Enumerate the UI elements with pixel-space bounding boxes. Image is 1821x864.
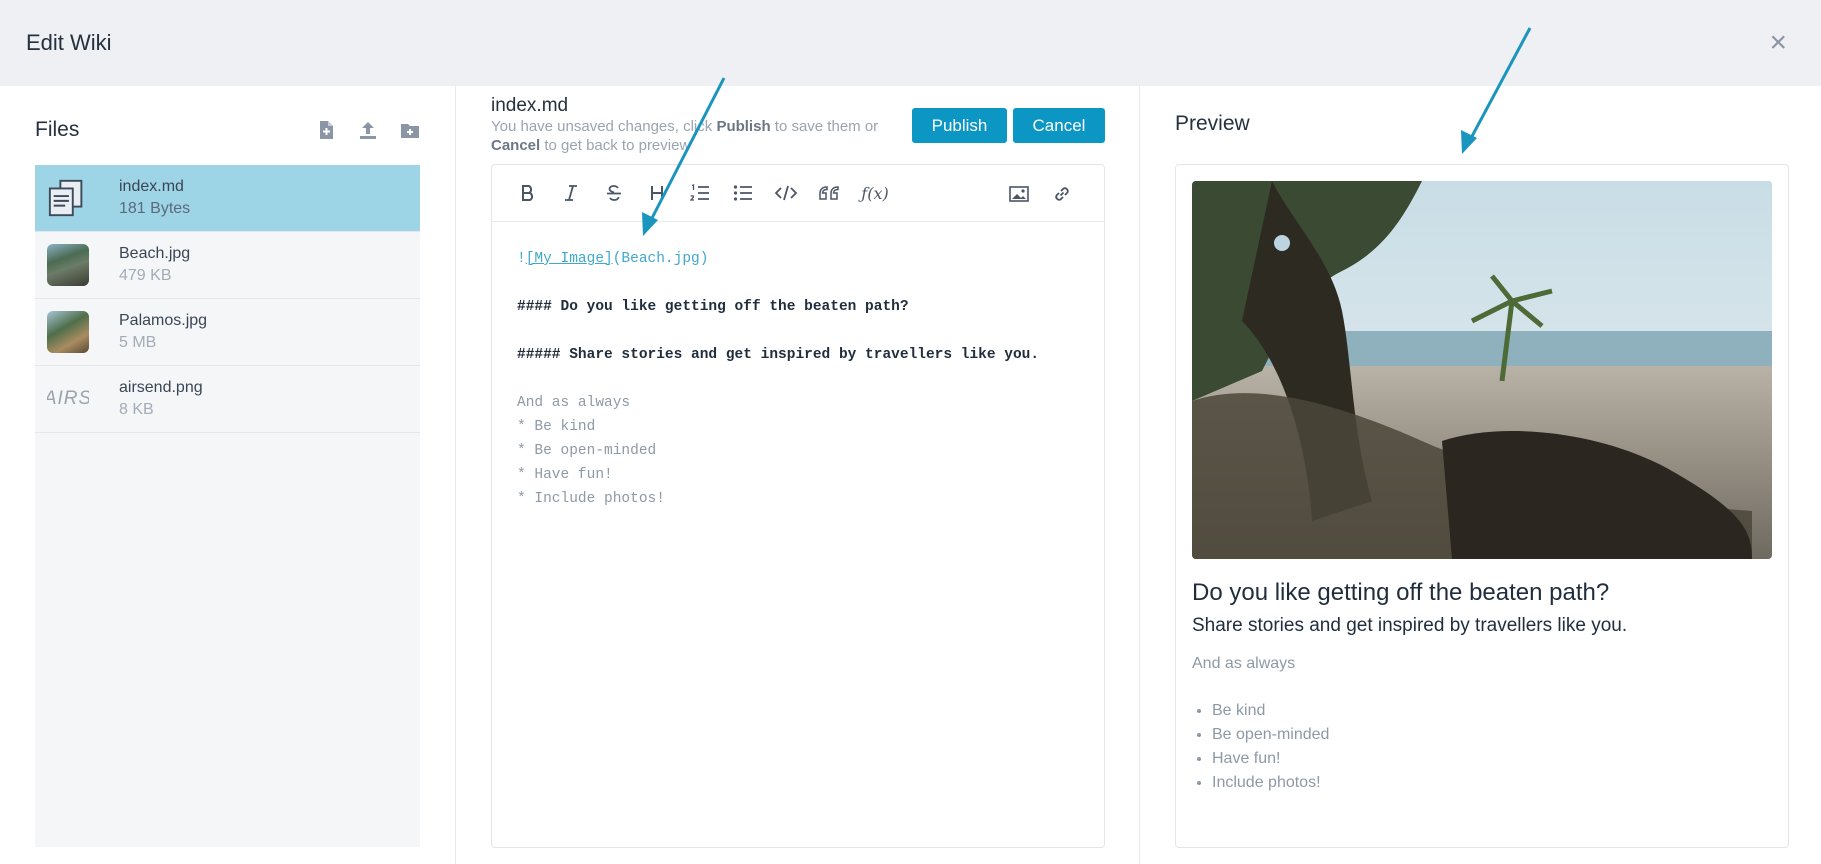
- preview-list: Be kind Be open-minded Have fun! Include…: [1212, 699, 1329, 795]
- quote-icon[interactable]: [817, 182, 840, 205]
- markdown-source[interactable]: ![My Image](Beach.jpg) #### Do you like …: [492, 222, 1052, 511]
- files-title: Files: [35, 118, 80, 141]
- file-item-beach-jpg[interactable]: Beach.jpg 479 KB: [35, 232, 420, 299]
- code-line-h5: ##### Share stories and get inspired by …: [517, 347, 1040, 363]
- heading-icon[interactable]: [645, 182, 668, 205]
- new-folder-icon[interactable]: [400, 120, 420, 140]
- bold-icon[interactable]: [516, 182, 539, 205]
- cancel-button[interactable]: Cancel: [1013, 108, 1105, 143]
- image-thumbnail: [47, 311, 89, 353]
- image-icon[interactable]: [1007, 182, 1030, 205]
- strikethrough-icon[interactable]: [602, 182, 625, 205]
- files-list: index.md 181 Bytes Beach.jpg 479 KB Pala…: [35, 165, 420, 847]
- file-size: 181 Bytes: [119, 200, 191, 217]
- close-icon[interactable]: ×: [1769, 28, 1787, 58]
- list-item: Include photos!: [1212, 771, 1329, 795]
- file-name: index.md: [119, 178, 184, 195]
- list-item: Be open-minded: [1212, 723, 1329, 747]
- formula-icon[interactable]: ƒ(x): [860, 182, 890, 205]
- file-item-index-md[interactable]: index.md 181 Bytes: [35, 165, 420, 232]
- preview-paragraph: And as always: [1192, 655, 1296, 672]
- code-line-h4: #### Do you like getting off the beaten …: [517, 299, 909, 315]
- file-size: 479 KB: [119, 267, 172, 284]
- file-size: 5 MB: [119, 334, 157, 351]
- list-item: Have fun!: [1212, 747, 1329, 771]
- preview-content: Do you like getting off the beaten path?…: [1175, 164, 1789, 848]
- ordered-list-icon[interactable]: [688, 182, 711, 205]
- file-item-palamos-jpg[interactable]: Palamos.jpg 5 MB: [35, 299, 420, 366]
- markdown-editor[interactable]: ƒ(x) ![My Image](Beach.jpg) #### Do you …: [491, 164, 1105, 848]
- file-name: airsend.png: [119, 379, 203, 396]
- file-name: Beach.jpg: [119, 245, 191, 262]
- preview-panel: Preview Do you like getting off the beat…: [1140, 86, 1821, 864]
- preview-subheading: Share stories and get inspired by travel…: [1192, 615, 1628, 636]
- image-thumbnail: [47, 244, 89, 286]
- unsaved-notice: You have unsaved changes, click Publish …: [491, 118, 879, 154]
- preview-title: Preview: [1175, 112, 1250, 135]
- publish-button[interactable]: Publish: [912, 108, 1007, 143]
- link-icon[interactable]: [1050, 182, 1073, 205]
- editor-panel: index.md You have unsaved changes, click…: [456, 86, 1140, 864]
- preview-heading: Do you like getting off the beaten path?: [1192, 579, 1610, 606]
- beach-image: [1192, 181, 1772, 559]
- files-actions: [316, 120, 420, 140]
- dialog-title: Edit Wiki: [26, 30, 112, 55]
- file-item-airsend-png[interactable]: AIRS airsend.png 8 KB: [35, 366, 420, 433]
- upload-icon[interactable]: [358, 120, 378, 140]
- file-name: Palamos.jpg: [119, 312, 208, 329]
- code-line-image: ![My Image](Beach.jpg): [517, 251, 709, 267]
- dialog-header: Edit Wiki ×: [0, 0, 1821, 86]
- editor-filename: index.md: [491, 95, 569, 116]
- files-panel: Files index.md 181 Bytes Beach.jpg 479 K…: [0, 86, 456, 864]
- code-line-li: * Include photos!: [517, 491, 665, 507]
- list-item: Be kind: [1212, 699, 1329, 723]
- unordered-list-icon[interactable]: [731, 182, 754, 205]
- new-file-icon[interactable]: [316, 120, 336, 140]
- code-icon[interactable]: [774, 182, 797, 205]
- document-icon: [47, 177, 89, 219]
- code-line-li: * Have fun!: [517, 467, 613, 483]
- files-header: Files: [35, 110, 420, 150]
- code-line-li: * Be open-minded: [517, 443, 657, 459]
- file-size: 8 KB: [119, 401, 154, 418]
- code-line-li: * Be kind: [517, 419, 596, 435]
- editor-toolbar: ƒ(x): [492, 165, 1104, 222]
- image-thumbnail: AIRS: [47, 388, 89, 409]
- code-line-p: And as always: [517, 395, 631, 411]
- editor-toolbar-right: [1007, 182, 1093, 205]
- italic-icon[interactable]: [559, 182, 582, 205]
